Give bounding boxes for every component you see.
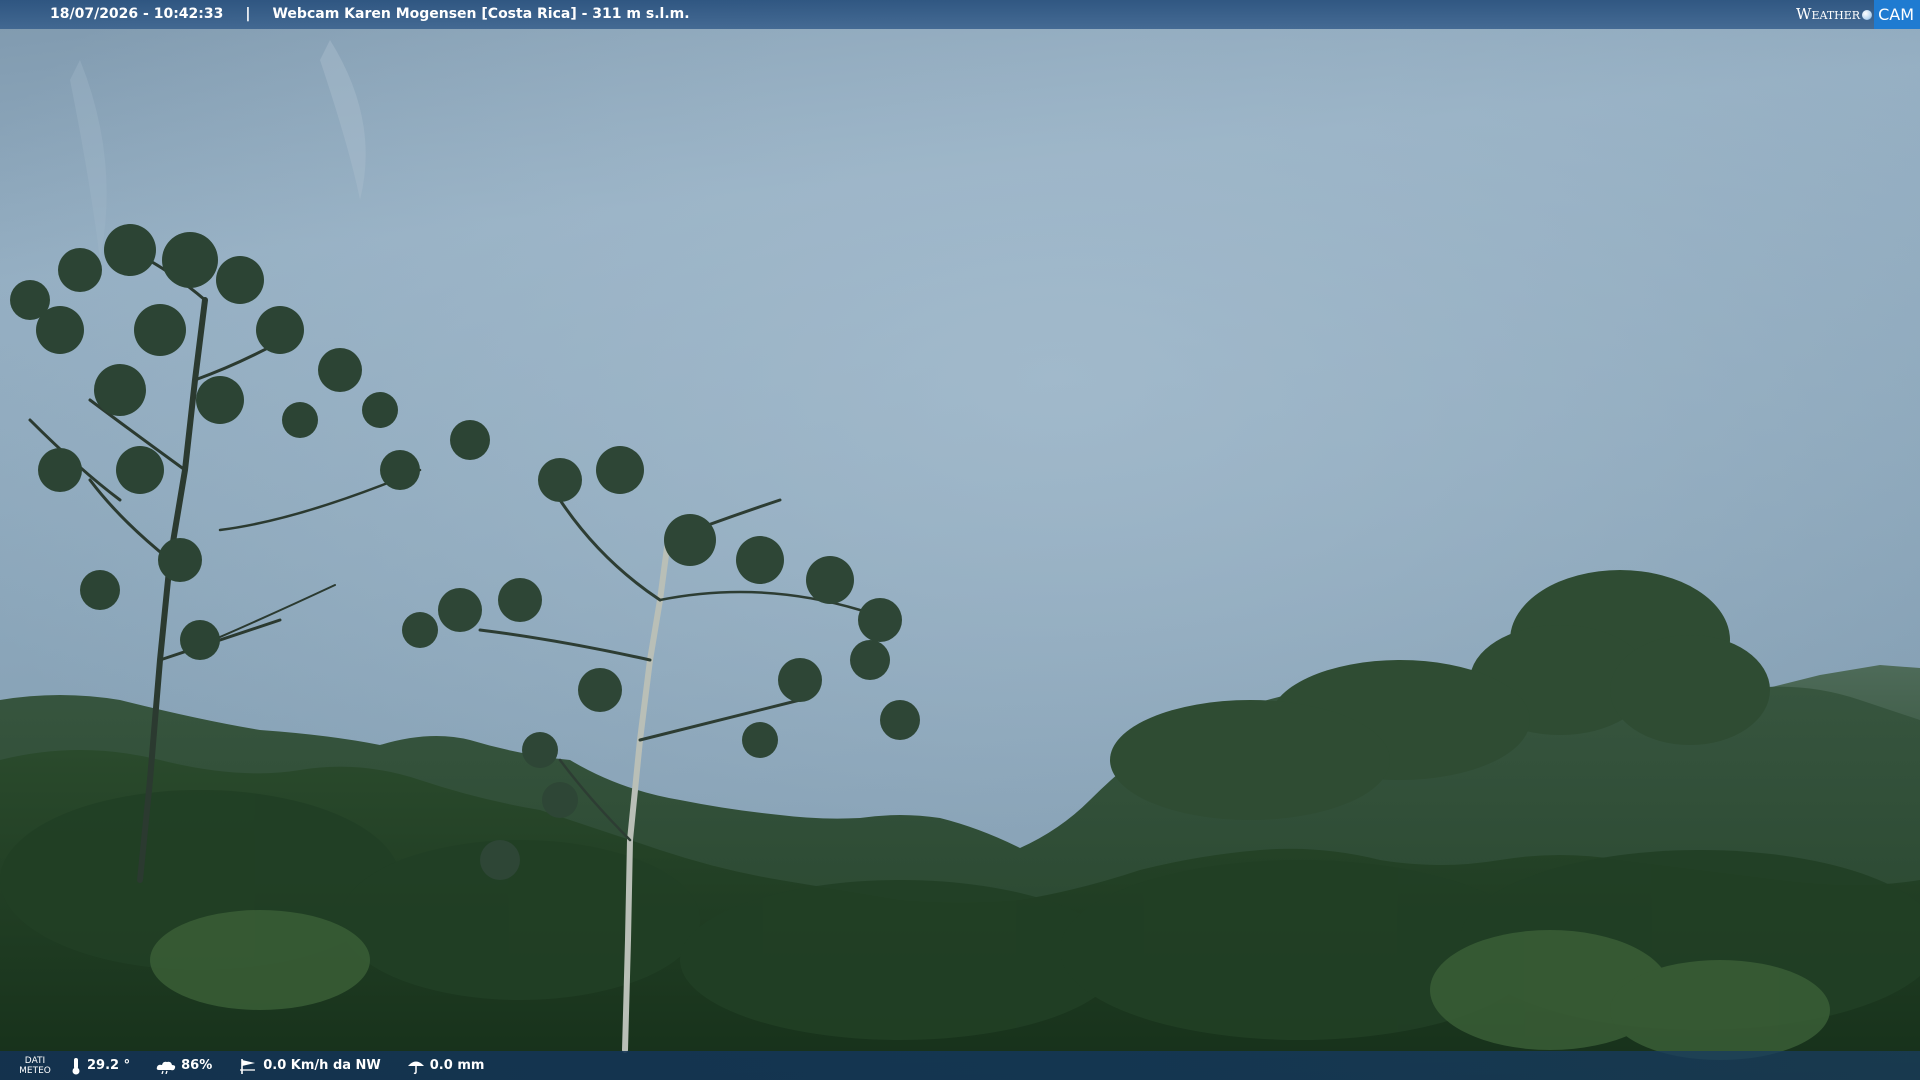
rain-value: 0.0 mm [429, 1058, 485, 1073]
header-separator: | [245, 6, 251, 22]
webcam-frame: 18/07/2026 - 10:42:33 | Webcam Karen Mog… [0, 0, 1920, 1080]
globe-icon [1862, 9, 1873, 20]
humidity-icon [156, 1061, 176, 1074]
temperature-stat: 29.2 ° [70, 1057, 130, 1075]
rain-stat: 0.0 mm [407, 1057, 485, 1075]
wind-value: 0.0 Km/h da NW [263, 1058, 381, 1073]
wind-stat: 0.0 Km/h da NW [238, 1057, 381, 1075]
meteo-label-line1: DATI [24, 1055, 46, 1066]
weathercam-logo[interactable]: Weather CAM [1796, 0, 1920, 29]
humidity-value: 86% [181, 1058, 213, 1073]
wind-icon [240, 1058, 256, 1074]
header-bar: 18/07/2026 - 10:42:33 | Webcam Karen Mog… [0, 0, 1920, 29]
thermometer-icon [72, 1057, 80, 1074]
timestamp: 18/07/2026 - 10:42:33 [50, 6, 224, 22]
humidity-stat: 86% [156, 1058, 212, 1074]
meteo-label: DATI METEO [0, 1056, 70, 1076]
umbrella-icon [407, 1061, 424, 1074]
logo-weather-text: Weather [1796, 5, 1861, 23]
meteo-label-line2: METEO [19, 1065, 51, 1076]
meteo-bar: DATI METEO 29.2 ° 86% 0.0 Km/h da NW 0.0… [0, 1051, 1920, 1080]
webcam-caption: Webcam Karen Mogensen [Costa Rica] - 311… [272, 6, 690, 22]
webcam-image [0, 0, 1920, 1080]
temperature-value: 29.2 ° [87, 1058, 131, 1073]
logo-cam-text: CAM [1874, 0, 1920, 29]
